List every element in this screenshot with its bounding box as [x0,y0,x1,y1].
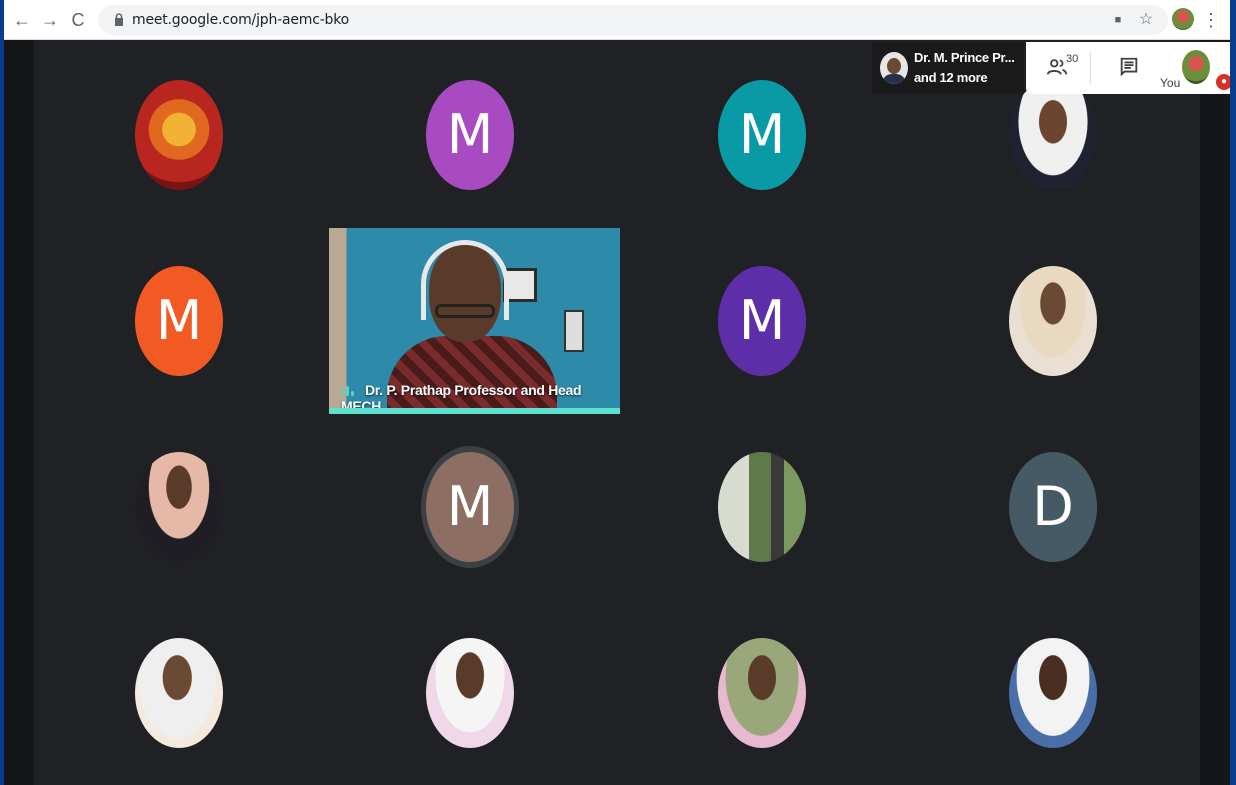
tile-photo-man-glasses[interactable] [426,638,514,748]
star-icon[interactable]: ☆ [1136,10,1156,30]
profile-avatar-icon[interactable] [1172,8,1194,30]
speaking-indicator-bar [329,408,620,414]
chat-icon [1120,57,1138,77]
chat-button[interactable] [1110,48,1150,88]
tile-photo-man-mustache[interactable] [1009,80,1097,190]
people-button[interactable]: 30 [1036,48,1092,88]
glasses [435,304,495,318]
lock-icon [115,13,123,26]
audio-indicator-icon [341,384,357,398]
tile-m-purple[interactable]: M [426,80,514,190]
wall-frame [564,310,584,352]
camera-icon[interactable]: ■ [1108,10,1128,30]
browser-window: ← → C meet.google.com/jph-aemc-bko ■ ☆ ⋮… [4,0,1230,785]
featured-video-tile[interactable]: Dr. P. Prathap Professor and Head MECH [329,228,620,414]
tile-photo-man-suit[interactable] [135,452,223,562]
active-speakers-pill[interactable]: Dr. M. Prince Pr... and 12 more [872,42,1024,94]
tile-photo-man-beard[interactable] [135,638,223,748]
reload-icon[interactable]: C [66,8,90,32]
meet-top-controls: 30 You ● [1026,42,1230,94]
tile-m-teal[interactable]: M [718,80,806,190]
browser-toolbar: ← → C meet.google.com/jph-aemc-bko ■ ☆ ⋮ [4,0,1230,40]
tile-m-orange[interactable]: M [135,266,223,376]
tile-photo-man-field[interactable] [718,638,806,748]
speaker-more: and 12 more [914,70,988,85]
tile-m-brown[interactable]: M [426,452,514,562]
tile-d-slate[interactable]: D [1009,452,1097,562]
people-count: 30 [1066,53,1079,65]
tile-ganesha-photo[interactable] [135,80,223,190]
speaker-name: Dr. M. Prince Pr... [914,50,1015,65]
url-text[interactable]: meet.google.com/jph-aemc-bko [132,12,349,28]
you-label: You [1160,76,1181,90]
back-icon[interactable]: ← [10,8,34,32]
tile-photo-man-outdoor[interactable] [718,452,806,562]
address-bar[interactable]: meet.google.com/jph-aemc-bko ■ ☆ [98,5,1168,35]
left-margin [4,40,34,785]
tile-photo-man-checked-shirt[interactable] [1009,638,1097,748]
self-avatar[interactable] [1182,50,1210,84]
mic-off-icon: ● [1216,74,1230,90]
forward-icon[interactable]: → [38,8,62,32]
menu-icon[interactable]: ⋮ [1202,8,1220,32]
divider [1090,52,1091,84]
speaker-avatar [880,52,908,84]
people-icon [1046,59,1068,75]
tile-photo-man-tie[interactable] [1009,266,1097,376]
right-margin [1200,40,1230,785]
tile-m-violet[interactable]: M [718,266,806,376]
